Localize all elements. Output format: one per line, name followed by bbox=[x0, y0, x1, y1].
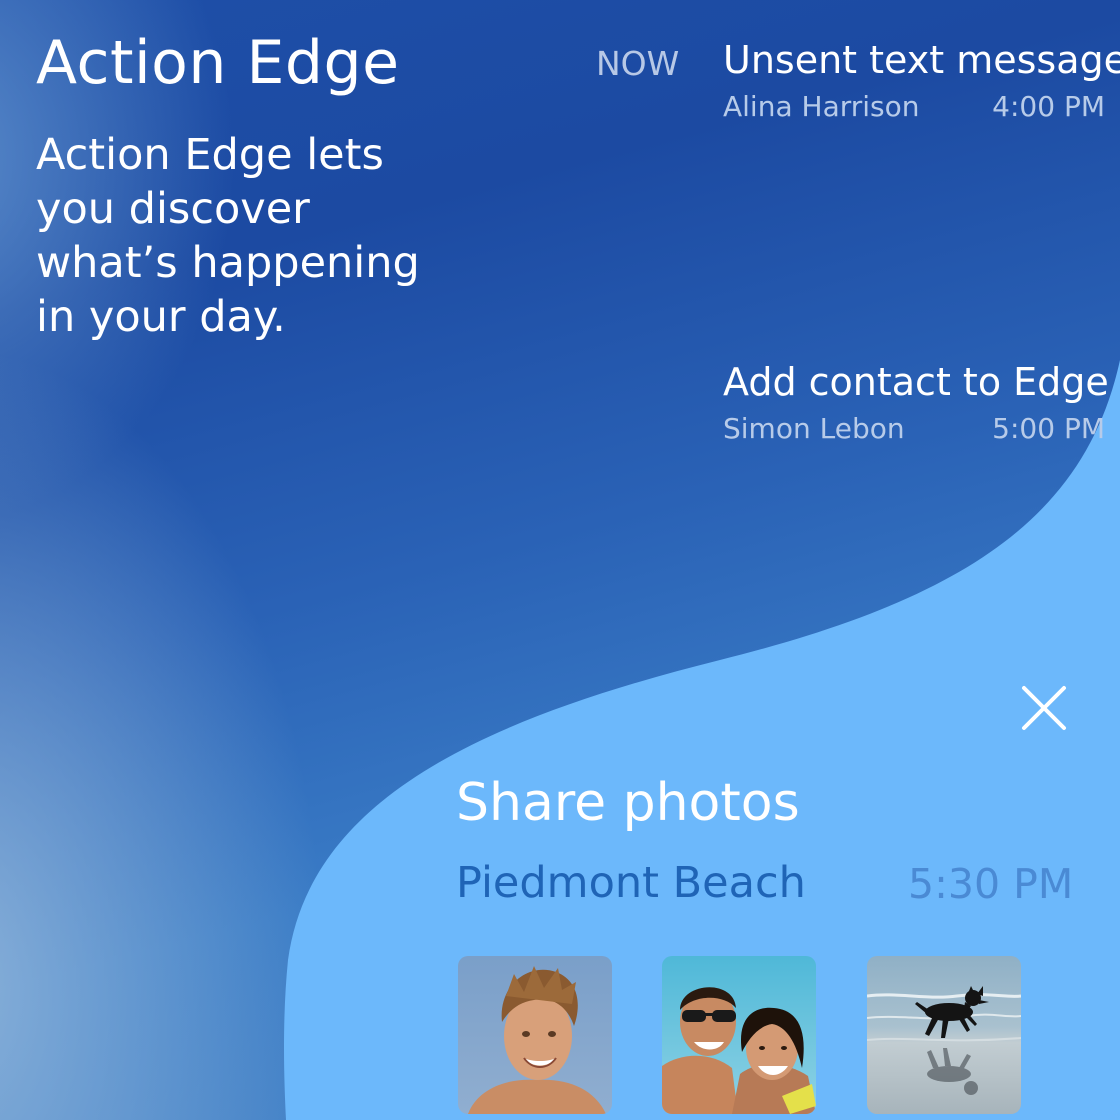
notification-person: Simon Lebon bbox=[723, 412, 905, 445]
notification-meta: Alina Harrison 4:00 PM bbox=[723, 90, 1113, 124]
share-card-title: Share photos bbox=[456, 773, 800, 833]
notification-title: Unsent text message bbox=[723, 38, 1120, 82]
notification-time: 4:00 PM bbox=[992, 90, 1105, 123]
page-description: Action Edge lets you discover what’s hap… bbox=[36, 130, 420, 342]
share-card-time: 5:30 PM bbox=[908, 860, 1074, 908]
photo-thumbnail-couple[interactable] bbox=[662, 956, 816, 1114]
now-label: NOW bbox=[596, 44, 680, 83]
notification-person: Alina Harrison bbox=[723, 90, 920, 123]
close-button[interactable] bbox=[1018, 682, 1070, 734]
page-title: Action Edge bbox=[36, 28, 400, 98]
notification-title: Add contact to Edge bbox=[723, 360, 1109, 404]
couple-selfie-photo bbox=[662, 956, 816, 1114]
photo-thumbnail-man[interactable] bbox=[458, 956, 612, 1114]
notification-unsent-message[interactable]: Unsent text message Alina Harrison 4:00 … bbox=[723, 38, 1120, 124]
photo-thumbnail-dog[interactable] bbox=[867, 956, 1021, 1114]
dog-on-beach-photo bbox=[867, 956, 1021, 1114]
notification-meta: Simon Lebon 5:00 PM bbox=[723, 412, 1113, 446]
man-portrait-photo bbox=[458, 956, 612, 1114]
close-icon bbox=[1022, 686, 1066, 730]
notification-add-contact[interactable]: Add contact to Edge Simon Lebon 5:00 PM bbox=[723, 360, 1113, 446]
notification-time: 5:00 PM bbox=[992, 412, 1105, 445]
share-card-place: Piedmont Beach bbox=[456, 858, 806, 908]
